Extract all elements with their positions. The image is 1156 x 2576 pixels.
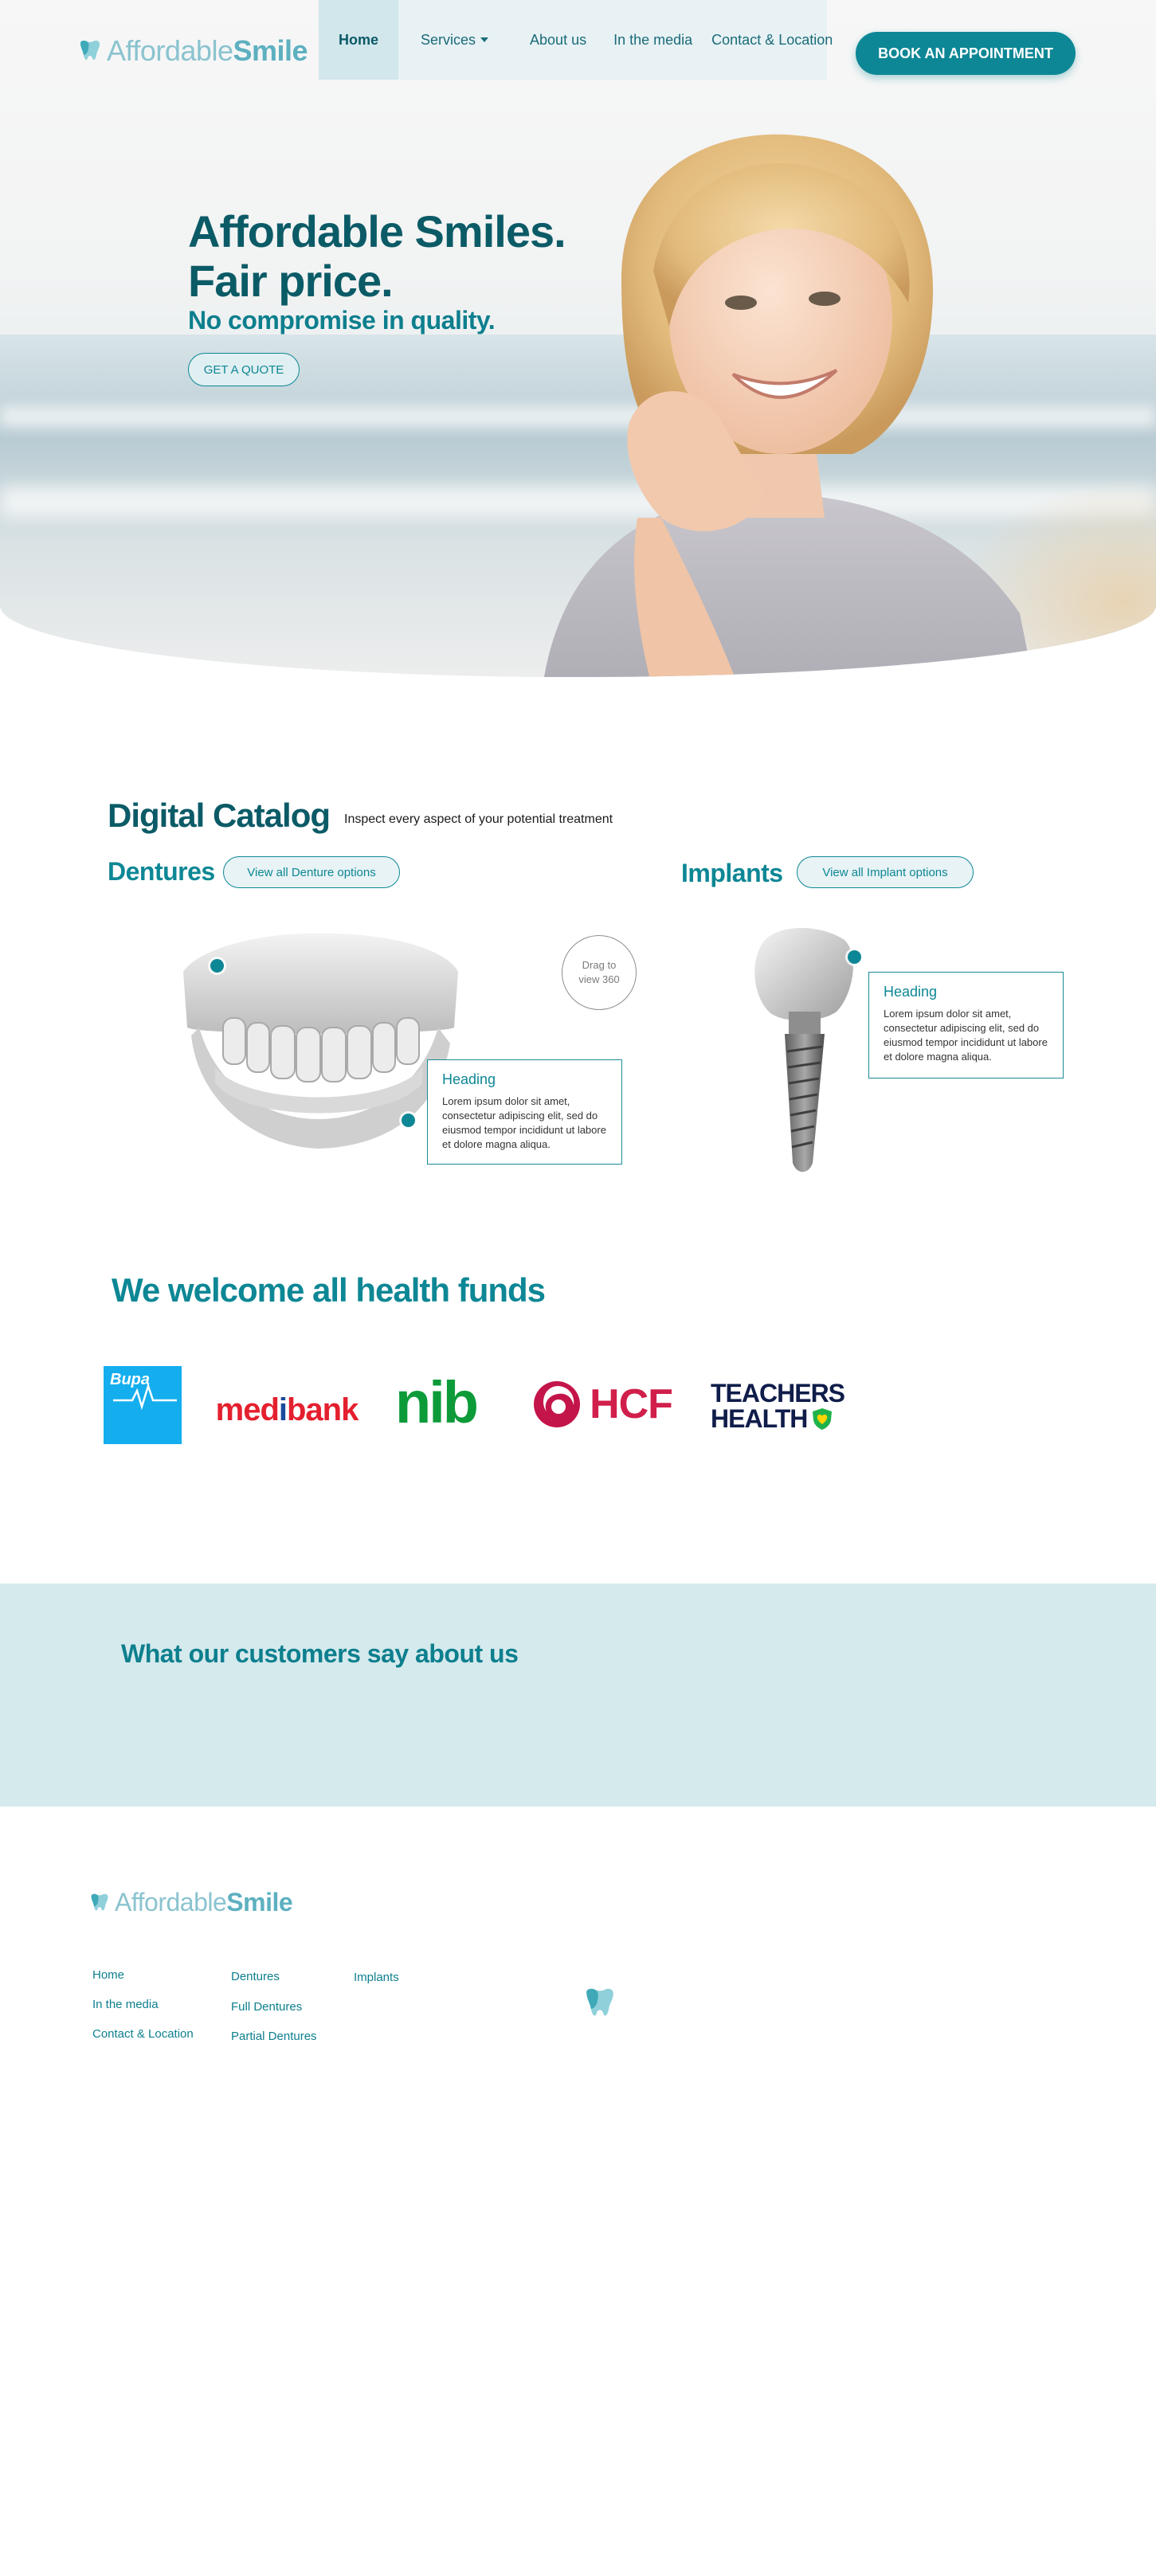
get-quote-button[interactable]: GET A QUOTE bbox=[188, 353, 300, 386]
teachers-text-2: HEALTH bbox=[711, 1404, 808, 1433]
info-card-heading: Heading bbox=[442, 1071, 496, 1087]
teachers-health-logo: TEACHERS HEALTH bbox=[711, 1376, 845, 1435]
teachers-text-1: TEACHERS bbox=[711, 1379, 845, 1407]
hcf-swirl-icon bbox=[534, 1381, 581, 1427]
logo-text-bold: Smile bbox=[226, 1888, 293, 1916]
hero-title-line1: Affordable Smiles. bbox=[188, 206, 566, 256]
catalog-title: Digital Catalog bbox=[108, 797, 331, 834]
catalog-description: Inspect every aspect of your potential t… bbox=[344, 812, 613, 826]
logo-text-light: Affordable bbox=[107, 34, 233, 67]
testimonials-section: What our customers say about us bbox=[0, 1584, 1156, 1807]
implants-title: Implants bbox=[681, 859, 783, 887]
nav-about[interactable]: About us bbox=[506, 0, 604, 80]
site-logo[interactable]: AffordableSmile bbox=[78, 34, 308, 68]
dentures-hotspot-2[interactable] bbox=[402, 1114, 415, 1127]
view-dentures-button[interactable]: View all Denture options bbox=[223, 856, 400, 888]
dentures-info-card: Heading Lorem ipsum dolor sit amet, cons… bbox=[427, 1059, 622, 1165]
nav-contact[interactable]: Contact & Location bbox=[702, 0, 842, 80]
footer-link-partial-dentures[interactable]: Partial Dentures bbox=[231, 2030, 317, 2043]
hero-subtitle: No compromise in quality. bbox=[188, 306, 496, 335]
medibank-text-3: bank bbox=[287, 1392, 359, 1427]
nib-logo: nib bbox=[395, 1368, 479, 1435]
chevron-down-icon bbox=[480, 37, 489, 42]
shield-heart-icon bbox=[813, 1408, 833, 1430]
hcf-logo-text: HCF bbox=[590, 1381, 673, 1427]
info-card-text: Lorem ipsum dolor sit amet, consectetur … bbox=[442, 1095, 606, 1150]
implant-hotspot[interactable] bbox=[848, 950, 861, 964]
hero-title: Affordable Smiles. Fair price. bbox=[188, 207, 566, 306]
nav-services[interactable]: Services bbox=[398, 0, 506, 80]
tooth-logo-icon bbox=[91, 1893, 108, 1911]
medibank-text-2: i bbox=[278, 1392, 288, 1427]
footer-link-dentures[interactable]: Dentures bbox=[231, 1970, 280, 1983]
footer-logo[interactable]: AffordableSmile bbox=[89, 1888, 293, 1917]
info-card-heading: Heading bbox=[884, 984, 938, 1000]
info-card-text: Lorem ipsum dolor sit amet, consectetur … bbox=[884, 1008, 1048, 1063]
logo-text-light: Affordable bbox=[115, 1888, 227, 1916]
drag-hint-line1: Drag to bbox=[582, 959, 617, 971]
footer-link-full-dentures[interactable]: Full Dentures bbox=[231, 2000, 302, 2014]
implant-3d-model[interactable] bbox=[733, 924, 868, 1179]
nav-services-label: Services bbox=[421, 31, 476, 48]
tooth-logo-icon bbox=[80, 40, 100, 61]
dentures-3d-model[interactable] bbox=[167, 924, 470, 1155]
nav-media[interactable]: In the media bbox=[604, 0, 702, 80]
bupa-logo: Bupa bbox=[104, 1366, 182, 1444]
nav-home[interactable]: Home bbox=[319, 0, 398, 80]
hero-title-line2: Fair price. bbox=[188, 256, 394, 306]
health-funds-title: We welcome all health funds bbox=[112, 1271, 546, 1309]
implant-info-card: Heading Lorem ipsum dolor sit amet, cons… bbox=[868, 972, 1064, 1079]
medibank-text-1: med bbox=[215, 1392, 280, 1427]
footer-link-contact[interactable]: Contact & Location bbox=[92, 2027, 194, 2041]
drag-hint-line2: view 360 bbox=[578, 973, 620, 985]
footer-link-implants[interactable]: Implants bbox=[354, 1971, 399, 1984]
hcf-logo: HCF bbox=[523, 1376, 682, 1432]
logo-text-bold: Smile bbox=[233, 34, 308, 67]
dentures-title: Dentures bbox=[108, 857, 215, 886]
testimonials-title: What our customers say about us bbox=[121, 1639, 519, 1668]
hero-woman-image bbox=[544, 134, 1033, 677]
footer-link-media[interactable]: In the media bbox=[92, 1998, 159, 2011]
medibank-logo: med i bank bbox=[214, 1390, 360, 1430]
tooth-icon bbox=[586, 1988, 613, 2016]
footer-link-home[interactable]: Home bbox=[92, 1968, 124, 1982]
drag-360-hint[interactable]: Drag to view 360 bbox=[562, 935, 637, 1010]
book-appointment-button[interactable]: BOOK AN APPOINTMENT bbox=[856, 32, 1076, 75]
logo-text: AffordableSmile bbox=[115, 1888, 293, 1917]
site-header: AffordableSmile Home Services About us I… bbox=[0, 0, 1156, 104]
heartbeat-icon bbox=[113, 1383, 177, 1411]
dentures-hotspot-1[interactable] bbox=[210, 959, 224, 973]
view-implants-button[interactable]: View all Implant options bbox=[797, 856, 974, 888]
logo-text: AffordableSmile bbox=[107, 34, 308, 68]
main-nav: Home Services About us In the media Cont… bbox=[319, 0, 842, 80]
